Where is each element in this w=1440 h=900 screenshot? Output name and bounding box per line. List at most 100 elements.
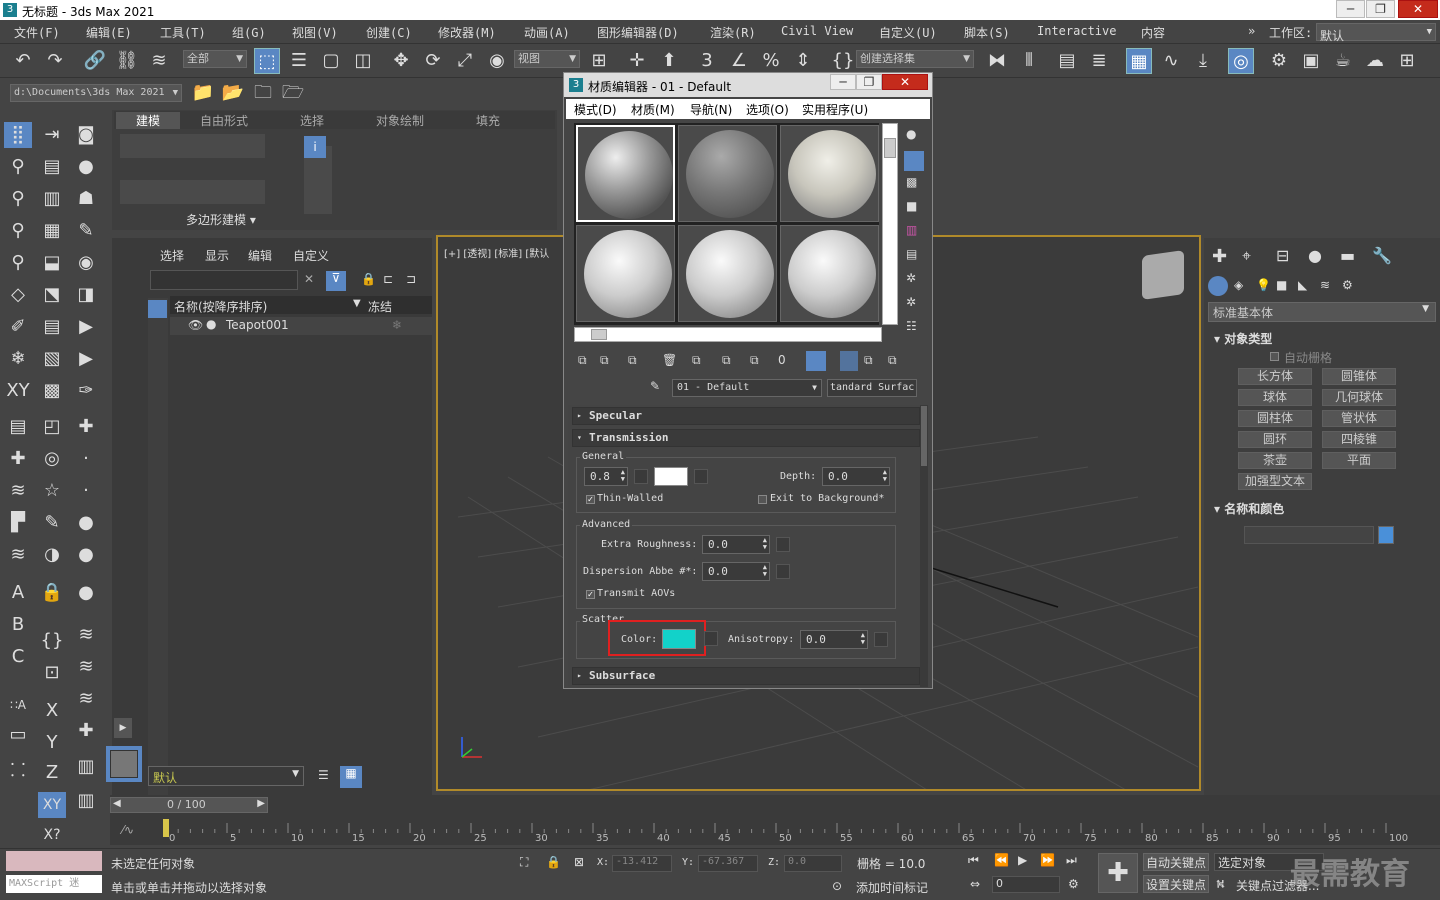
current-frame-field[interactable]: 0 <box>992 876 1060 893</box>
scene-tab-customize[interactable]: 自定义 <box>293 247 329 264</box>
tool-icon[interactable]: ▶ <box>72 346 100 372</box>
tool-icon[interactable]: ▤ <box>38 314 66 340</box>
tool-icon[interactable]: ⚲ <box>4 250 32 276</box>
tool-icon[interactable]: ⚲ <box>4 154 32 180</box>
parameters-scrollbar[interactable] <box>920 405 928 687</box>
maxscript-input[interactable]: MAXScript 迷 <box>6 875 102 893</box>
move-icon[interactable]: ✥ <box>388 48 414 74</box>
put-to-scene-icon[interactable]: ⧉ <box>600 353 609 368</box>
pick-material-icon[interactable]: ✎ <box>650 379 660 393</box>
tool-icon[interactable]: ✎ <box>38 510 66 536</box>
render-production-icon[interactable]: ☕ <box>1330 48 1356 74</box>
align-icon[interactable]: ⫴ <box>1016 48 1042 74</box>
tool-icon[interactable]: ⬔ <box>38 282 66 308</box>
create-project-icon[interactable]: 📂 <box>220 80 246 106</box>
material-editor-icon[interactable]: ◎ <box>1228 48 1254 74</box>
play-icon[interactable]: ▶ <box>1018 853 1027 867</box>
tool-icon[interactable]: ≋ <box>4 478 32 504</box>
layer-dropdown[interactable]: 默认 ▼ <box>148 766 304 786</box>
project-settings-icon[interactable]: 🗁 <box>280 80 306 106</box>
lights-icon[interactable]: 💡 <box>1256 278 1271 292</box>
dope-sheet-icon[interactable]: ⤓ <box>1190 48 1216 74</box>
viewport-layout-icon[interactable]: ◙ <box>72 122 100 148</box>
name-color-rollout[interactable]: ▾ 名称和颜色 <box>1214 500 1284 517</box>
mirror-icon[interactable]: ⧓ <box>984 48 1010 74</box>
scene-search-input[interactable] <box>150 270 298 290</box>
render-setup-icon[interactable]: ⚙ <box>1266 48 1292 74</box>
tool-icon[interactable]: XY <box>4 378 32 404</box>
xy-plane-icon[interactable]: XY <box>38 792 66 818</box>
tool-icon[interactable]: ⊡ <box>38 660 66 686</box>
go-to-parent-icon[interactable]: ⧉ <box>864 353 873 368</box>
tool-icon[interactable]: ◉ <box>72 250 100 276</box>
menu-modifiers[interactable]: 修改器(M) <box>438 24 496 41</box>
set-key-button[interactable]: 设置关键点 <box>1143 875 1209 893</box>
lock-icon[interactable]: 🔒 <box>38 580 66 606</box>
make-preview-icon[interactable]: ▤ <box>906 247 917 261</box>
tool-icon[interactable]: ⸬ <box>4 758 32 784</box>
me-menu-utilities[interactable]: 实用程序(U) <box>802 101 868 118</box>
goto-end-icon[interactable]: ⏭ <box>1066 853 1077 868</box>
thin-walled-checkbox[interactable]: ✓ <box>586 495 595 504</box>
visibility-icon[interactable]: 👁 <box>188 318 203 332</box>
cone-button[interactable]: 圆锥体 <box>1322 368 1396 385</box>
category-dropdown[interactable]: 标准基本体 ▼ <box>1208 302 1436 322</box>
tool-icon[interactable]: ▧ <box>38 346 66 372</box>
rendered-frame-icon[interactable]: ▣ <box>1298 48 1324 74</box>
weight-map-button[interactable] <box>634 469 648 484</box>
tube-button[interactable]: 管状体 <box>1322 410 1396 427</box>
tool-icon[interactable]: ▦ <box>38 218 66 244</box>
me-menu-material[interactable]: 材质(M) <box>631 101 675 118</box>
backlight-icon[interactable] <box>904 151 924 171</box>
layers-icon[interactable]: ☰ <box>318 768 329 782</box>
xy-constraint-icon[interactable]: X? <box>38 822 66 848</box>
geometry-filter-icon[interactable] <box>148 300 167 318</box>
extra-roughness-spinner[interactable]: 0.0 ▲ ▼ <box>702 535 770 554</box>
snap-3d-icon[interactable]: 3 <box>694 48 720 74</box>
ribbon-tab-populate[interactable]: 填充 <box>476 112 500 129</box>
window-crossing-icon[interactable]: ◫ <box>350 48 376 74</box>
ribbon-tab-freeform[interactable]: 自由形式 <box>200 112 248 129</box>
menu-civil-view[interactable]: Civil View <box>781 24 853 38</box>
tool-icon[interactable]: ● <box>72 154 100 180</box>
select-icon[interactable]: ⣿ <box>4 122 32 148</box>
next-key-icon[interactable]: ⏩ <box>1040 853 1055 867</box>
tool-icon[interactable]: C <box>4 644 32 670</box>
ribbon-tab-selection[interactable]: 选择 <box>300 112 324 129</box>
depth-spinner[interactable]: 0.0 ▲ ▼ <box>822 467 890 486</box>
sample-slot-6[interactable] <box>780 225 879 322</box>
hierarchy-tab-icon[interactable]: ⊟ <box>1276 246 1289 265</box>
tool-icon[interactable]: ◨ <box>72 282 100 308</box>
select-by-name-icon[interactable]: ☰ <box>286 48 312 74</box>
show-end-result-icon[interactable] <box>840 351 858 371</box>
project-template-icon[interactable]: 🗀 <box>250 80 276 106</box>
sample-slots-vscroll[interactable] <box>882 123 898 325</box>
percent-snap-icon[interactable]: % <box>758 48 784 74</box>
menu-animation[interactable]: 动画(A) <box>524 24 570 41</box>
tool-icon[interactable]: {} <box>38 628 66 654</box>
a360-gallery-icon[interactable]: ⊞ <box>1394 48 1420 74</box>
torus-button[interactable]: 圆环 <box>1238 431 1312 448</box>
motion-tab-icon[interactable]: ● <box>1308 246 1322 265</box>
keyboard-shortcut-icon[interactable]: ⬆ <box>656 48 682 74</box>
menu-tools[interactable]: 工具(T) <box>160 24 206 41</box>
ribbon-tab-modeling[interactable]: 建模 <box>116 112 181 129</box>
tool-icon[interactable]: ≋ <box>4 542 32 568</box>
tool-icon[interactable]: · <box>72 478 100 504</box>
y-coord-field[interactable]: -67.367 <box>698 855 758 872</box>
select-object-icon[interactable]: ⬚ <box>254 48 280 74</box>
scatter-color-map-button[interactable] <box>704 631 718 646</box>
ribbon-info-icon[interactable]: i <box>304 136 326 158</box>
menu-customize[interactable]: 自定义(U) <box>879 24 937 41</box>
display-tab-icon[interactable]: ▬ <box>1340 246 1355 265</box>
tool-icon[interactable]: ✎ <box>72 218 100 244</box>
helpers-icon[interactable]: ◣ <box>1298 278 1307 292</box>
scene-explorer-mode-icon[interactable]: ▦ <box>340 766 362 788</box>
assign-material-icon[interactable]: ⧉ <box>628 353 637 368</box>
color-map-button[interactable] <box>694 469 708 484</box>
goto-start-icon[interactable]: ⏮ <box>968 853 979 868</box>
me-menu-navigation[interactable]: 导航(N) <box>690 101 732 118</box>
dispersion-map-button[interactable] <box>776 564 790 579</box>
video-color-check-icon[interactable]: ▥ <box>906 223 917 237</box>
sample-slots-hscroll[interactable] <box>574 327 882 342</box>
